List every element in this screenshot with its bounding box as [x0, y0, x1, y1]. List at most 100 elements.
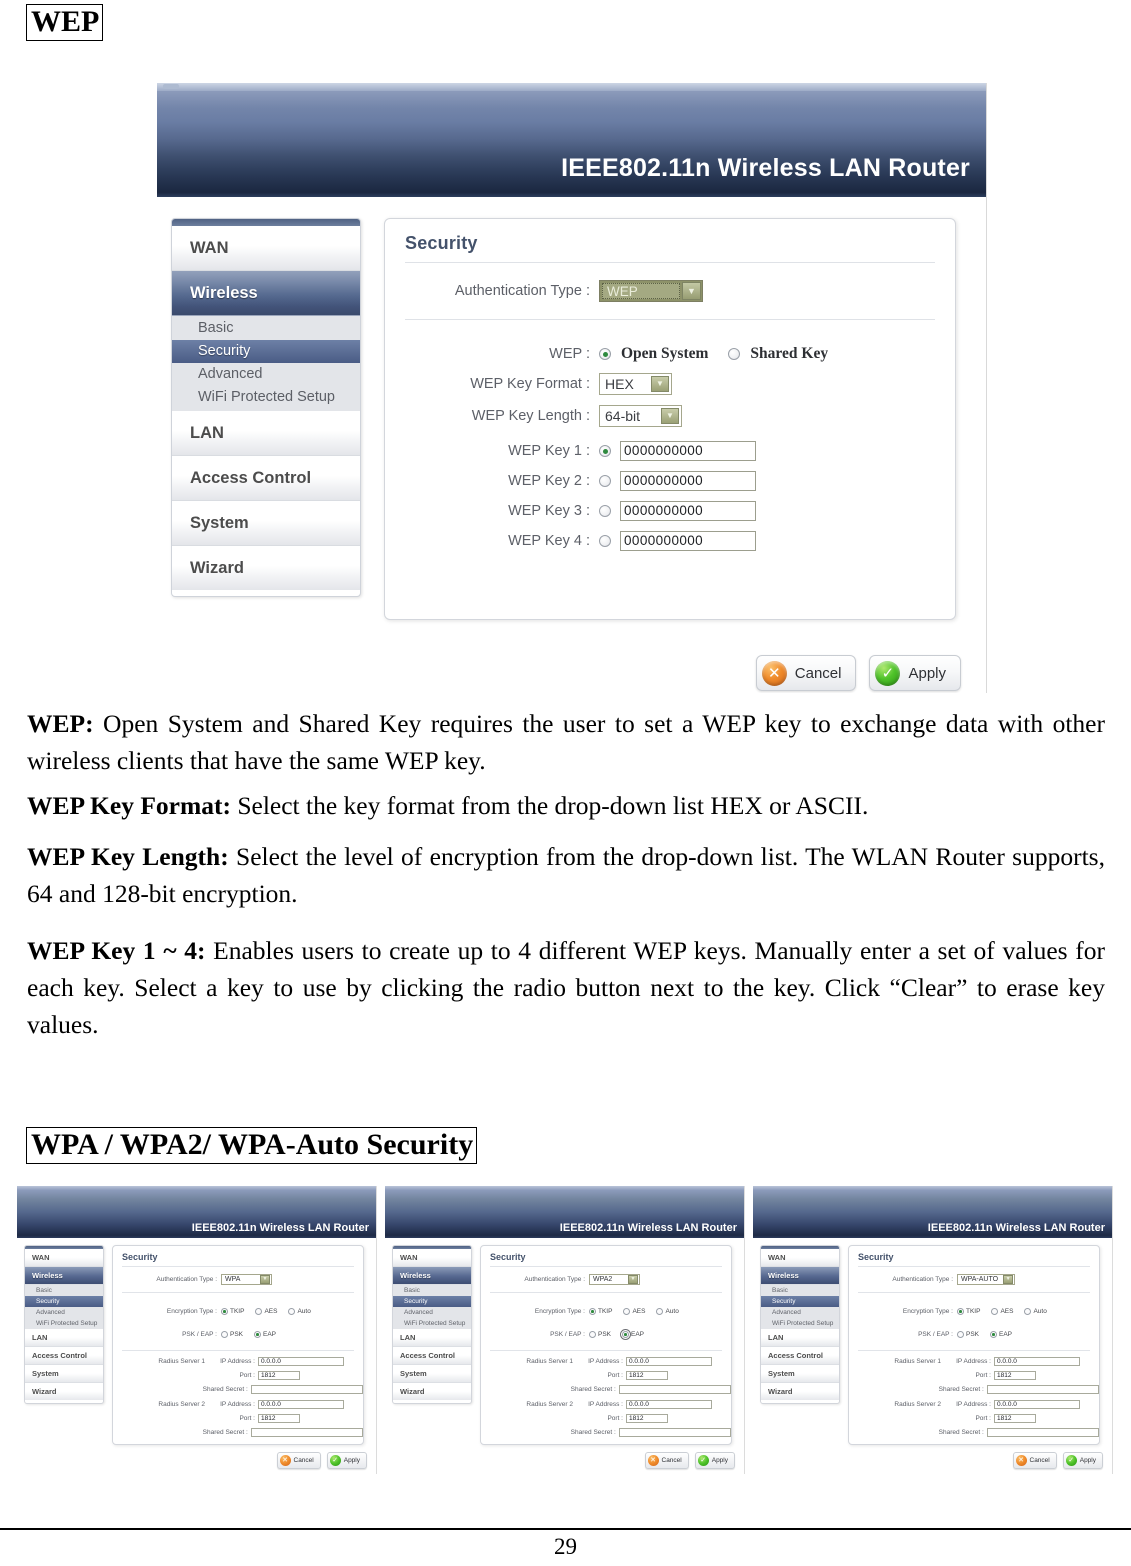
thumb-sidebar-item-system[interactable]: System: [25, 1365, 103, 1383]
thumb-auth-type-select[interactable]: WPA-AUTO ▼: [957, 1274, 1016, 1285]
thumb-radius1-secret-input[interactable]: [986, 1385, 1099, 1394]
radio-wep-key-1[interactable]: [599, 445, 611, 458]
thumb-cancel-button[interactable]: ✕ Cancel: [1012, 1452, 1057, 1469]
radio-wep-key-4[interactable]: [599, 535, 611, 548]
wep-key-1-input[interactable]: 0000000000: [620, 441, 756, 462]
chevron-down-icon[interactable]: ▼: [661, 408, 679, 425]
thumb-radius2-ip-input[interactable]: 0.0.0.0: [994, 1400, 1080, 1409]
thumb-radius1-ip-input[interactable]: 0.0.0.0: [258, 1357, 344, 1366]
radio-psk[interactable]: [957, 1330, 964, 1338]
thumb-radius2-secret-input[interactable]: [986, 1428, 1099, 1437]
apply-button[interactable]: ✓ Apply: [869, 655, 961, 691]
thumb-radius2-port-input[interactable]: 1812: [626, 1414, 668, 1423]
thumb-sidebar-item-wan[interactable]: WAN: [25, 1249, 103, 1267]
thumb-radius1-port-input[interactable]: 1812: [258, 1371, 300, 1380]
sidebar-item-system[interactable]: System: [172, 501, 360, 546]
sidebar-item-wireless[interactable]: Wireless: [172, 271, 360, 316]
thumb-subitem-security[interactable]: Security: [761, 1296, 839, 1307]
chevron-down-icon[interactable]: ▼: [1003, 1275, 1014, 1284]
sidebar-item-lan[interactable]: LAN: [172, 411, 360, 456]
thumb-sidebar-item-wireless[interactable]: Wireless: [25, 1267, 103, 1285]
thumb-radius1-ip-input[interactable]: 0.0.0.0: [994, 1357, 1080, 1366]
thumb-radius2-secret-input[interactable]: [250, 1428, 363, 1437]
thumb-radius1-port-input[interactable]: 1812: [994, 1371, 1036, 1380]
radio-wep-key-2[interactable]: [599, 475, 611, 488]
radio-open-system[interactable]: [599, 348, 611, 361]
radio-aes[interactable]: [623, 1307, 631, 1315]
thumb-radius1-port-input[interactable]: 1812: [626, 1371, 668, 1380]
thumb-radius1-secret-input[interactable]: [250, 1385, 363, 1394]
radio-aes[interactable]: [255, 1307, 263, 1315]
thumb-cancel-button[interactable]: ✕ Cancel: [644, 1452, 689, 1469]
thumb-sidebar-item-system[interactable]: System: [761, 1365, 839, 1383]
wep-key-3-input[interactable]: 0000000000: [620, 501, 756, 522]
thumb-sidebar-item-wizard[interactable]: Wizard: [393, 1383, 471, 1400]
thumb-subitem-wps[interactable]: WiFi Protected Setup: [393, 1318, 471, 1329]
radio-aes[interactable]: [991, 1307, 999, 1315]
sidebar-subitem-basic[interactable]: Basic: [172, 317, 360, 340]
thumb-radius2-secret-input[interactable]: [618, 1428, 731, 1437]
thumb-subitem-wps[interactable]: WiFi Protected Setup: [761, 1318, 839, 1329]
thumb-sidebar-item-wan[interactable]: WAN: [393, 1249, 471, 1267]
radio-eap[interactable]: [990, 1330, 998, 1338]
thumb-apply-button[interactable]: ✓ Apply: [326, 1452, 367, 1469]
thumb-subitem-advanced[interactable]: Advanced: [393, 1307, 471, 1318]
radio-tkip[interactable]: [221, 1307, 228, 1315]
chevron-down-icon[interactable]: ▼: [682, 282, 701, 300]
thumb-subitem-basic[interactable]: Basic: [761, 1285, 839, 1296]
thumb-sidebar-item-wizard[interactable]: Wizard: [761, 1383, 839, 1400]
thumb-sidebar-item-wizard[interactable]: Wizard: [25, 1383, 103, 1400]
sidebar-item-access-control[interactable]: Access Control: [172, 456, 360, 501]
thumb-radius2-port-input[interactable]: 1812: [994, 1414, 1036, 1423]
thumb-subitem-advanced[interactable]: Advanced: [25, 1307, 103, 1318]
key-format-select[interactable]: HEX ▼: [599, 373, 672, 396]
chevron-down-icon[interactable]: ▼: [628, 1275, 638, 1284]
thumb-auth-type-select[interactable]: WPA ▼: [221, 1274, 272, 1285]
thumb-sidebar-item-wireless[interactable]: Wireless: [393, 1267, 471, 1285]
thumb-radius2-ip-input[interactable]: 0.0.0.0: [258, 1400, 344, 1409]
wep-key-2-input[interactable]: 0000000000: [620, 471, 756, 492]
thumb-radius2-port-input[interactable]: 1812: [258, 1414, 300, 1423]
sidebar-item-wizard[interactable]: Wizard: [172, 546, 360, 590]
cancel-button[interactable]: ✕ Cancel: [755, 655, 857, 691]
thumb-sidebar-item-wan[interactable]: WAN: [761, 1249, 839, 1267]
thumb-subitem-basic[interactable]: Basic: [25, 1285, 103, 1296]
radio-auto[interactable]: [1024, 1307, 1032, 1315]
thumb-sidebar-item-lan[interactable]: LAN: [761, 1329, 839, 1347]
radio-eap[interactable]: [254, 1330, 262, 1338]
sidebar-subitem-security[interactable]: Security: [172, 340, 360, 363]
sidebar-subitem-wifi-protected-setup[interactable]: WiFi Protected Setup: [172, 386, 360, 409]
thumb-radius2-ip-input[interactable]: 0.0.0.0: [626, 1400, 712, 1409]
thumb-radius1-secret-input[interactable]: [618, 1385, 731, 1394]
thumb-sidebar-item-wireless[interactable]: Wireless: [761, 1267, 839, 1285]
thumb-subitem-wps[interactable]: WiFi Protected Setup: [25, 1318, 103, 1329]
thumb-sidebar-item-lan[interactable]: LAN: [25, 1329, 103, 1347]
thumb-cancel-button[interactable]: ✕ Cancel: [276, 1452, 321, 1469]
thumb-auth-type-select[interactable]: WPA2 ▼: [589, 1274, 640, 1285]
radio-wep-key-3[interactable]: [599, 505, 611, 518]
radio-tkip[interactable]: [589, 1307, 596, 1315]
chevron-down-icon[interactable]: ▼: [260, 1275, 270, 1284]
radio-psk[interactable]: [589, 1330, 596, 1338]
thumb-sidebar-item-access-control[interactable]: Access Control: [25, 1347, 103, 1365]
thumb-subitem-security[interactable]: Security: [25, 1296, 103, 1307]
thumb-subitem-basic[interactable]: Basic: [393, 1285, 471, 1296]
thumb-sidebar-item-access-control[interactable]: Access Control: [393, 1347, 471, 1365]
radio-auto[interactable]: [288, 1307, 296, 1315]
key-length-select[interactable]: 64-bit ▼: [599, 405, 682, 428]
radio-auto[interactable]: [656, 1307, 664, 1315]
thumb-subitem-security[interactable]: Security: [393, 1296, 471, 1307]
chevron-down-icon[interactable]: ▼: [651, 376, 669, 393]
wep-key-4-input[interactable]: 0000000000: [620, 531, 756, 552]
thumb-sidebar-item-access-control[interactable]: Access Control: [761, 1347, 839, 1365]
radio-shared-key[interactable]: [728, 348, 741, 361]
thumb-sidebar-item-lan[interactable]: LAN: [393, 1329, 471, 1347]
sidebar-subitem-advanced[interactable]: Advanced: [172, 363, 360, 386]
sidebar-item-wan[interactable]: WAN: [172, 226, 360, 271]
radio-tkip[interactable]: [957, 1307, 964, 1315]
radio-eap[interactable]: [620, 1328, 632, 1340]
thumb-subitem-advanced[interactable]: Advanced: [761, 1307, 839, 1318]
thumb-sidebar-item-system[interactable]: System: [393, 1365, 471, 1383]
auth-type-select[interactable]: WEP ▼: [599, 280, 703, 302]
radio-psk[interactable]: [221, 1330, 228, 1338]
